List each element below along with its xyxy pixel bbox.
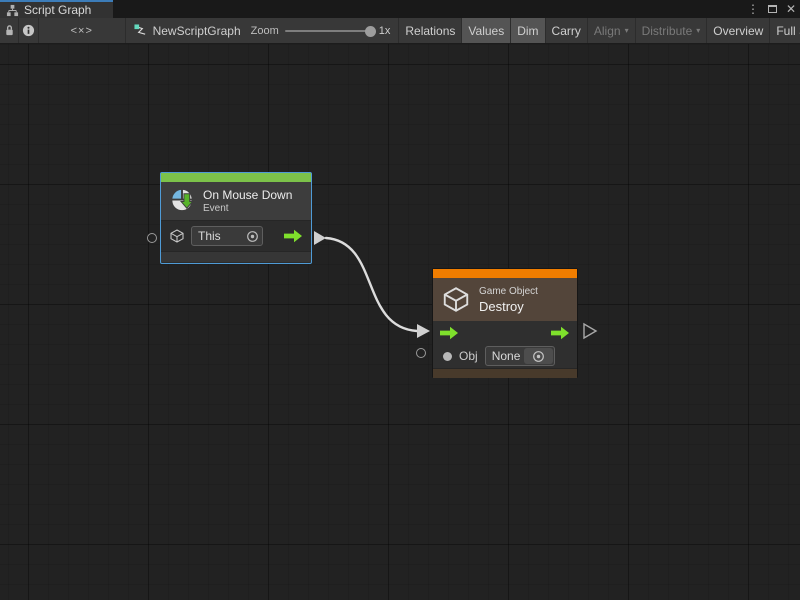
zoom-label: Zoom	[251, 25, 279, 37]
code-toggle-glyph: <×>	[71, 25, 93, 37]
full-screen-button[interactable]: Full Screen	[770, 18, 800, 43]
lock-icon	[4, 24, 15, 37]
node-subtitle: Event	[203, 203, 292, 214]
script-graph-window: Script Graph ⋮ ✕ <×>	[0, 0, 800, 600]
node-footer	[433, 368, 577, 378]
destroy-output-port[interactable]	[584, 324, 596, 338]
tab-script-graph[interactable]: Script Graph	[0, 0, 113, 18]
game-object-accent-bar	[433, 269, 577, 278]
node-footer	[161, 251, 311, 262]
obj-field-value: None (O	[492, 349, 521, 363]
on-mouse-down-target-port[interactable]	[147, 233, 157, 243]
obj-value-port-dot[interactable]	[443, 352, 452, 361]
maximize-box-glyph	[768, 5, 777, 13]
game-object-cube-icon	[169, 228, 185, 244]
object-picker-target-icon[interactable]	[246, 230, 259, 243]
lock-button[interactable]	[0, 18, 19, 43]
obj-port-label: Obj	[459, 349, 478, 363]
overview-button[interactable]: Overview	[707, 18, 770, 43]
object-picker-target-icon	[532, 350, 545, 363]
window-menu-icon[interactable]: ⋮	[747, 0, 759, 18]
obj-object-field[interactable]: None (O	[485, 346, 555, 366]
dim-button[interactable]: Dim	[511, 18, 545, 43]
info-button[interactable]	[19, 18, 38, 43]
control-output-arrow-icon	[284, 229, 303, 243]
zoom-slider-handle[interactable]	[365, 26, 376, 37]
target-field[interactable]: This	[191, 226, 263, 246]
graph-name: NewScriptGraph	[153, 24, 241, 38]
info-icon	[22, 24, 35, 37]
zoom-control: Zoom 1x	[241, 18, 400, 43]
node-category: Game Object	[479, 286, 538, 297]
graph-breadcrumb[interactable]: NewScriptGraph	[126, 18, 241, 43]
target-field-value: This	[198, 229, 242, 243]
distribute-dropdown-button[interactable]: Distribute▾	[636, 18, 708, 43]
script-graph-asset-icon	[134, 24, 147, 37]
window-maximize-icon[interactable]	[768, 0, 777, 18]
code-view-toggle[interactable]: <×>	[39, 18, 126, 43]
graph-canvas[interactable]: On Mouse Down Event This	[0, 44, 800, 600]
on-mouse-down-output-port[interactable]	[314, 231, 326, 245]
zoom-value: 1x	[379, 25, 391, 37]
game-object-cube-icon	[441, 284, 471, 315]
dropdown-arrow-icon: ▾	[696, 26, 700, 35]
connections-overlay	[0, 44, 800, 600]
align-dropdown-button[interactable]: Align▾	[588, 18, 636, 43]
zoom-slider[interactable]	[285, 30, 373, 32]
dropdown-arrow-icon: ▾	[625, 26, 629, 35]
destroy-obj-port[interactable]	[416, 348, 426, 358]
mouse-down-icon	[169, 188, 195, 215]
control-output-arrow-icon	[551, 326, 570, 340]
window-close-icon[interactable]: ✕	[786, 0, 796, 18]
node-title: Destroy	[479, 299, 538, 314]
node-title: On Mouse Down	[203, 188, 292, 202]
graph-toolbar: <×> NewScriptGraph Zoom 1x Relations Val…	[0, 18, 800, 44]
event-accent-bar	[161, 173, 311, 182]
connection-wire[interactable]	[326, 238, 417, 331]
tab-title: Script Graph	[24, 3, 91, 17]
graph-hierarchy-icon	[6, 4, 19, 17]
destroy-input-port[interactable]	[417, 324, 430, 338]
object-picker-button[interactable]	[524, 348, 553, 364]
toolbar-toggle-group: Relations Values Dim Carry Align▾ Distri…	[399, 18, 800, 43]
node-destroy[interactable]: Game Object Destroy Obj	[432, 268, 578, 378]
relations-button[interactable]: Relations	[399, 18, 462, 43]
values-button[interactable]: Values	[462, 18, 511, 43]
carry-button[interactable]: Carry	[546, 18, 588, 43]
tab-bar: Script Graph ⋮ ✕	[0, 0, 800, 18]
control-input-arrow-icon	[440, 326, 459, 340]
node-on-mouse-down[interactable]: On Mouse Down Event This	[160, 172, 312, 264]
